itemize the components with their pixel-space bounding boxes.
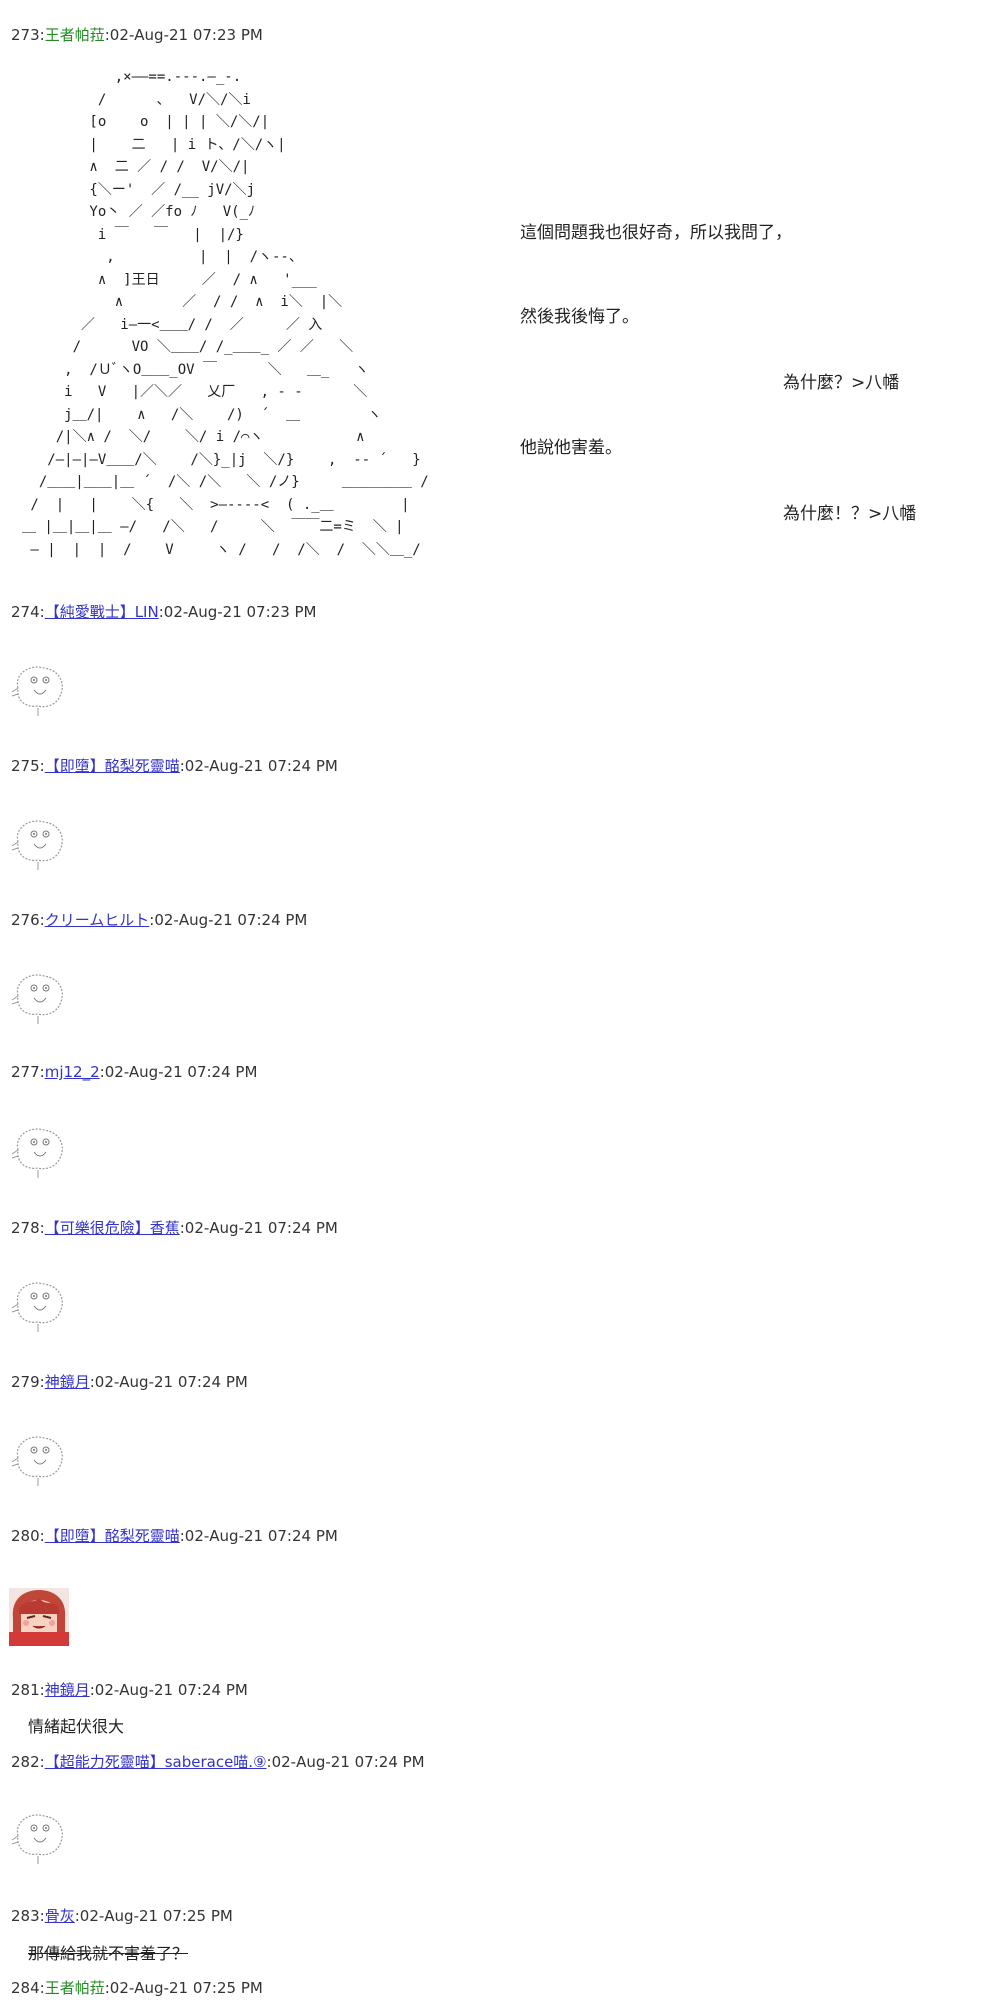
post-date: 02-Aug-21 07:25 PM (79, 1907, 233, 1925)
post-header: 283:骨灰:02-Aug-21 07:25 PM (11, 1907, 233, 1925)
poster-name-link[interactable]: 神鏡月 (45, 1373, 90, 1391)
poster-name-link[interactable]: クリームヒルト (45, 911, 150, 929)
post-header: 279:神鏡月:02-Aug-21 07:24 PM (11, 1373, 248, 1391)
poster-name-link[interactable]: mj12_2 (45, 1063, 100, 1081)
post-date: 02-Aug-21 07:23 PM (163, 603, 317, 621)
poster-name-link[interactable]: 骨灰 (45, 1907, 75, 1925)
post-header: 275:【即墮】酩梨死靈喵:02-Aug-21 07:24 PM (11, 757, 338, 775)
post-date: 02-Aug-21 07:24 PM (184, 1527, 338, 1545)
post-date: 02-Aug-21 07:24 PM (184, 1219, 338, 1237)
laughing-face-icon (11, 1282, 63, 1332)
post-number: 273 (11, 26, 40, 44)
story-line: 為什麼！？>八幡 (783, 504, 917, 524)
post-number: 284 (11, 1979, 40, 1997)
post-date: 02-Aug-21 07:23 PM (109, 26, 263, 44)
post-header: 277:mj12_2:02-Aug-21 07:24 PM (11, 1063, 258, 1081)
story-line: 為什麼？>八幡 (783, 373, 900, 393)
post-body: 那傳給我就不害羞了？ (28, 1944, 189, 1963)
laughing-face-icon (11, 820, 63, 870)
post-header: 284:王者帕菈:02-Aug-21 07:25 PM (11, 1979, 263, 1997)
post-date: 02-Aug-21 07:24 PM (184, 757, 338, 775)
post-number: 281 (11, 1681, 40, 1699)
post-number: 277 (11, 1063, 40, 1081)
post-header: 278:【可樂很危險】香蕉:02-Aug-21 07:24 PM (11, 1219, 338, 1237)
post-header: 282:【超能力死靈喵】saberace喵.⑨:02-Aug-21 07:24 … (11, 1753, 425, 1771)
post-number: 279 (11, 1373, 40, 1391)
poster-name: 王者帕菈 (44, 26, 105, 44)
post-date: 02-Aug-21 07:24 PM (94, 1681, 248, 1699)
post-body: 情緒起伏很大 (28, 1717, 125, 1736)
post-number: 276 (11, 911, 40, 929)
post-date: 02-Aug-21 07:24 PM (94, 1373, 248, 1391)
post-number: 282 (11, 1753, 40, 1771)
story-line: 他說他害羞。 (520, 438, 622, 458)
poster-name-link[interactable]: 【即墮】酩梨死靈喵 (45, 1527, 180, 1545)
laughing-face-icon (11, 974, 63, 1024)
laughing-face-icon (11, 1814, 63, 1864)
story-line: 這個問題我也很好奇，所以我問了， (520, 223, 792, 243)
post-date: 02-Aug-21 07:24 PM (154, 911, 308, 929)
post-number: 275 (11, 757, 40, 775)
poster-name: 王者帕菈 (44, 1979, 105, 1997)
post-header: 274:【純愛戰士】LIN:02-Aug-21 07:23 PM (11, 603, 317, 621)
story-line: 然後我後悔了。 (520, 307, 639, 327)
post-number: 278 (11, 1219, 40, 1237)
laughing-face-icon (11, 1436, 63, 1486)
post-date: 02-Aug-21 07:24 PM (271, 1753, 425, 1771)
poster-name-link[interactable]: 【純愛戰士】LIN (45, 603, 159, 621)
post-header: 276:クリームヒルト:02-Aug-21 07:24 PM (11, 911, 308, 929)
poster-name-link[interactable]: 【可樂很危險】香蕉 (45, 1219, 180, 1237)
post-header: 281:神鏡月:02-Aug-21 07:24 PM (11, 1681, 248, 1699)
poster-name-link[interactable]: 【即墮】酩梨死靈喵 (45, 757, 180, 775)
post-number: 280 (11, 1527, 40, 1545)
poster-name-link[interactable]: 【超能力死靈喵】saberace喵.⑨ (45, 1753, 267, 1771)
post-number: 283 (11, 1907, 40, 1925)
post-date: 02-Aug-21 07:25 PM (109, 1979, 263, 1997)
poster-name-link[interactable]: 神鏡月 (45, 1681, 90, 1699)
post-number: 274 (11, 603, 40, 621)
ascii-art: ,×――==.-‐-.―_-. / ､ V/＼/＼i [o o | | | ＼/… (22, 69, 429, 558)
laughing-face-icon (11, 1128, 63, 1178)
laughing-face-icon (11, 666, 63, 716)
post-header: 273:王者帕菈:02-Aug-21 07:23 PM (11, 26, 263, 44)
post-header: 280:【即墮】酩梨死靈喵:02-Aug-21 07:24 PM (11, 1527, 338, 1545)
post-date: 02-Aug-21 07:24 PM (104, 1063, 258, 1081)
anime-girl-sticker-icon (9, 1588, 69, 1646)
